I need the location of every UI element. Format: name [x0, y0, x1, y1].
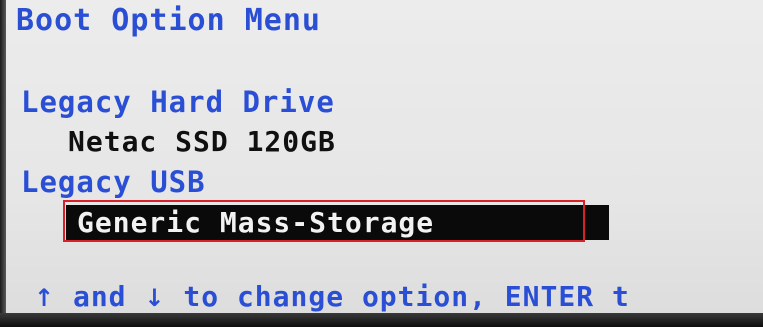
hint-rest-text: to change option, ENTER t: [165, 280, 630, 313]
monitor-bezel-left: [0, 0, 6, 327]
page-title: Boot Option Menu: [16, 3, 321, 38]
navigation-hint: ↑ and ↓ to change option, ENTER t: [34, 283, 630, 311]
up-arrow-icon: ↑: [34, 284, 56, 312]
category-legacy-usb: Legacy USB: [21, 165, 206, 199]
bios-screen: Boot Option Menu Legacy Hard Drive Netac…: [0, 0, 763, 327]
down-arrow-icon: ↓: [144, 284, 166, 312]
category-legacy-hard-drive: Legacy Hard Drive: [21, 85, 335, 119]
boot-option-netac-ssd[interactable]: Netac SSD 120GB: [68, 128, 336, 156]
boot-option-label: Generic Mass-Storage: [77, 206, 435, 239]
monitor-bezel-bottom: [0, 313, 763, 327]
boot-option-generic-mass-storage[interactable]: Generic Mass-Storage: [66, 205, 609, 240]
hint-and-text: and: [55, 280, 145, 313]
